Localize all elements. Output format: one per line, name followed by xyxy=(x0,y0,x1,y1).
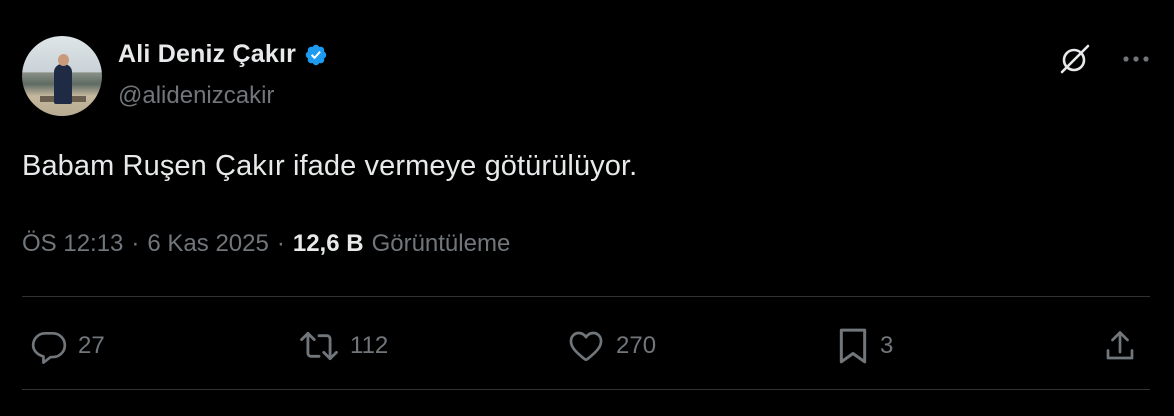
meta-separator: · xyxy=(276,230,285,257)
avatar[interactable] xyxy=(22,36,102,116)
repost-icon xyxy=(300,331,338,361)
bookmark-count: 3 xyxy=(880,332,894,359)
bookmark-icon xyxy=(839,328,867,364)
verified-badge-icon xyxy=(305,44,327,65)
grok-icon[interactable] xyxy=(1058,42,1092,76)
avatar-figure xyxy=(54,64,72,104)
bookmark-button[interactable]: 3 xyxy=(836,326,893,366)
reply-icon xyxy=(31,331,67,364)
reply-count: 27 xyxy=(78,332,105,359)
repost-count: 112 xyxy=(350,332,389,359)
views-count[interactable]: 12,6 B xyxy=(293,230,364,258)
like-button[interactable]: 270 xyxy=(566,326,656,366)
share-button[interactable] xyxy=(1102,326,1138,366)
reply-button[interactable]: 27 xyxy=(30,326,105,366)
divider-bottom xyxy=(22,389,1150,390)
tweet-time[interactable]: ÖS 12:13 xyxy=(22,230,123,258)
avatar-head xyxy=(58,54,69,66)
tweet-header-actions xyxy=(1058,42,1150,76)
more-icon[interactable] xyxy=(1122,54,1150,64)
tweet-meta: ÖS 12:13 · 6 Kas 2025 · 12,6 B Görüntüle… xyxy=(22,230,510,258)
heart-icon xyxy=(569,331,603,361)
author-display-name[interactable]: Ali Deniz Çakır xyxy=(118,40,296,69)
tweet-text: Babam Ruşen Çakır ifade vermeye götürülü… xyxy=(22,150,638,182)
like-count: 270 xyxy=(616,332,657,359)
share-icon xyxy=(1106,331,1134,360)
meta-separator: · xyxy=(131,230,140,257)
repost-button[interactable]: 112 xyxy=(298,326,388,366)
author-name-row: Ali Deniz Çakır xyxy=(118,40,328,69)
views-label: Görüntüleme xyxy=(371,230,511,257)
tweet-date[interactable]: 6 Kas 2025 xyxy=(147,230,268,258)
author-handle[interactable]: @alidenizcakir xyxy=(118,82,274,110)
divider-top xyxy=(22,296,1150,297)
